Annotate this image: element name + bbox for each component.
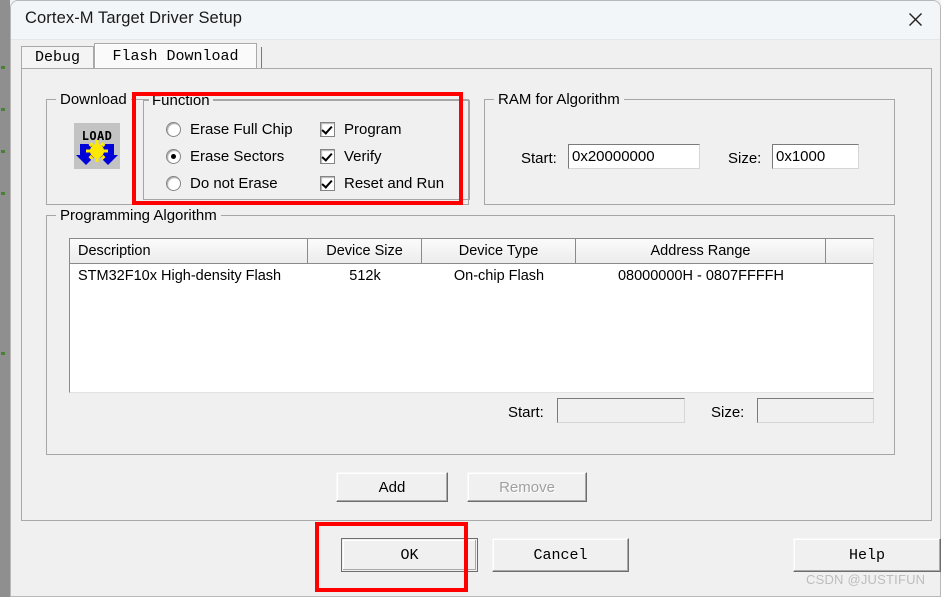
tab-focus-caret [261, 47, 262, 68]
ram-for-algorithm-label: RAM for Algorithm [494, 91, 624, 108]
desktop-edge-strip [0, 0, 10, 597]
checkbox-reset-and-run-label: Reset and Run [344, 175, 445, 192]
programming-algorithm-group: Programming Algorithm Description Device… [46, 207, 895, 455]
target-driver-setup-dialog: Cortex-M Target Driver Setup Debug Flash… [10, 0, 941, 597]
radio-do-not-erase-indicator [166, 176, 181, 191]
radio-do-not-erase-label: Do not Erase [190, 175, 278, 192]
radio-erase-full-chip[interactable]: Erase Full Chip [166, 121, 293, 138]
title-bar: Cortex-M Target Driver Setup [11, 1, 940, 40]
tab-debug-label: Debug [34, 49, 80, 66]
radio-erase-full-chip-indicator [166, 122, 181, 137]
radio-do-not-erase[interactable]: Do not Erase [166, 175, 278, 192]
help-button[interactable]: Help [793, 538, 941, 572]
column-header-spacer[interactable] [826, 239, 873, 263]
column-header-address-range[interactable]: Address Range [576, 239, 826, 263]
load-icon: LOAD [74, 123, 120, 169]
checkbox-verify[interactable]: Verify [320, 148, 382, 165]
programming-algorithm-label: Programming Algorithm [56, 207, 221, 224]
radio-erase-sectors[interactable]: Erase Sectors [166, 148, 284, 165]
column-header-device-type[interactable]: Device Type [422, 239, 576, 263]
checkbox-program[interactable]: Program [320, 121, 402, 138]
download-group: Download LOAD Function Erase Full Chip E… [46, 91, 470, 205]
algorithm-size-label: Size: [711, 404, 745, 421]
ok-button[interactable]: OK [341, 538, 478, 572]
cell-description: STM32F10x High-density Flash [78, 268, 282, 284]
radio-erase-sectors-indicator [166, 149, 181, 164]
remove-button: Remove [467, 472, 587, 502]
ram-start-input[interactable]: 0x20000000 [568, 144, 700, 169]
cancel-button[interactable]: Cancel [492, 538, 629, 572]
close-icon[interactable] [890, 1, 940, 38]
radio-erase-full-chip-label: Erase Full Chip [190, 121, 293, 138]
tab-debug[interactable]: Debug [21, 46, 94, 69]
checkbox-program-label: Program [344, 121, 402, 138]
algorithm-table-header: Description Device Size Device Type Addr… [70, 239, 873, 264]
download-group-label: Download [56, 91, 131, 108]
tab-strip: Debug Flash Download [21, 43, 932, 69]
checkbox-reset-and-run-indicator [320, 176, 335, 191]
column-header-description[interactable]: Description [70, 239, 308, 263]
checkbox-reset-and-run[interactable]: Reset and Run [320, 175, 444, 192]
ram-size-label: Size: [728, 150, 762, 167]
algorithm-start-label: Start: [508, 404, 544, 421]
checkbox-program-indicator [320, 122, 335, 137]
programming-algorithm-list[interactable]: Description Device Size Device Type Addr… [69, 238, 874, 393]
function-group: Function Erase Full Chip Erase Sectors D… [143, 92, 470, 200]
tab-flash-download[interactable]: Flash Download [94, 43, 257, 68]
ram-start-label: Start: [521, 150, 557, 167]
watermark: CSDN @JUSTIFUN [806, 572, 926, 587]
checkbox-verify-label: Verify [344, 148, 382, 165]
algorithm-start-input[interactable] [557, 398, 685, 423]
radio-erase-sectors-label: Erase Sectors [190, 148, 285, 165]
table-row[interactable]: STM32F10x High-density Flash 512k On-chi… [70, 264, 873, 288]
ram-for-algorithm-group: RAM for Algorithm Start: 0x20000000 Size… [484, 91, 895, 205]
window-title: Cortex-M Target Driver Setup [25, 9, 243, 27]
checkbox-verify-indicator [320, 149, 335, 164]
algorithm-size-input[interactable] [757, 398, 874, 423]
cell-device-size: 512k [349, 268, 381, 284]
cell-device-type: On-chip Flash [453, 268, 545, 284]
add-button[interactable]: Add [336, 472, 448, 502]
ram-size-input[interactable]: 0x1000 [772, 144, 859, 169]
tab-flash-download-label: Flash Download [112, 47, 239, 65]
function-group-label: Function [149, 92, 213, 109]
cell-address-range: 08000000H - 0807FFFFH [617, 268, 785, 284]
flash-download-page: Download LOAD Function Erase Full Chip E… [21, 68, 932, 521]
column-header-device-size[interactable]: Device Size [308, 239, 422, 263]
